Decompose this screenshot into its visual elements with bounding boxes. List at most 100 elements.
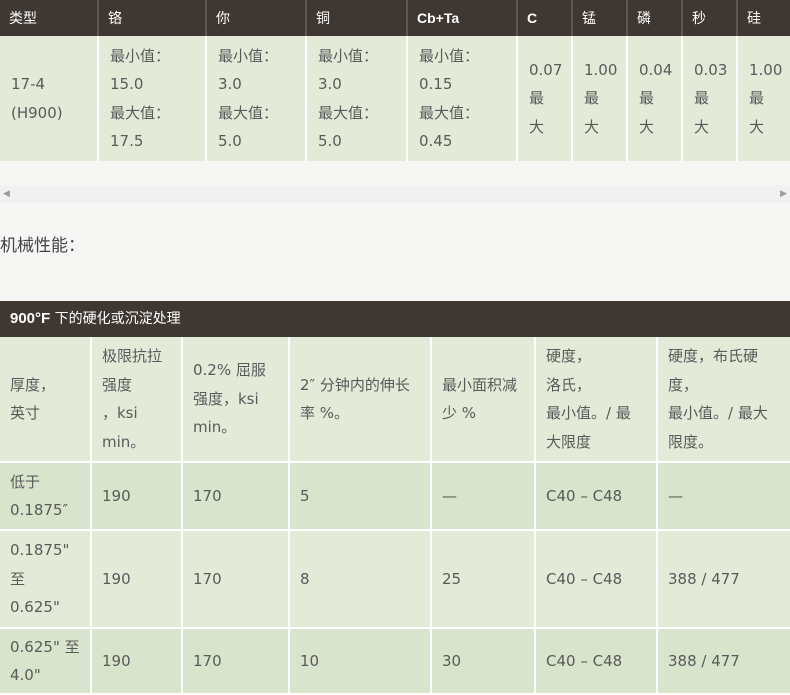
cell-line: 3.0 [218, 75, 242, 93]
col-copper: 铜 [306, 0, 408, 36]
table-row: 0.1875" 至 0.625" 190 170 8 25 C40 – C48 … [0, 530, 790, 629]
cell-rockwell: C40 – C48 [535, 462, 658, 531]
cell-line: 低于 [10, 472, 41, 491]
cell-line: 最 [694, 89, 710, 108]
header-line: min。 [102, 432, 146, 451]
cell-line: 0.15 [419, 75, 453, 93]
header-line: 2″ 分钟内的伸长 [300, 375, 410, 394]
cell-silicon: 1.00 最 大 [737, 36, 790, 161]
cell-sulfur: 0.03 最 大 [682, 36, 738, 161]
cell-copper: 最小值： 3.0 最大值： 5.0 [306, 36, 408, 161]
section-title: 机械性能： [0, 236, 85, 256]
header-line: min。 [193, 418, 237, 437]
cell-brinell: 388 / 477 [657, 628, 790, 695]
header-line: 厚度， [10, 375, 56, 394]
cell-line: 0.625" [10, 598, 60, 617]
header-line: 大限度 [546, 432, 592, 451]
table-caption: 900°F 下的硬化或沉淀处理 [0, 301, 790, 337]
cell-line: 最 [584, 89, 600, 108]
cell-line: 最大值： [218, 103, 279, 122]
cell-carbon: 0.07 最 大 [517, 36, 573, 161]
cell-line: 大 [749, 117, 765, 136]
cell-line: 0.04 [639, 60, 673, 79]
cell-ys: 170 [182, 628, 290, 695]
header-tensile-strength: 极限抗拉 强度 ，ksi min。 [91, 337, 183, 463]
header-yield-strength: 0.2% 屈服 强度，ksi min。 [182, 337, 290, 463]
cell-elongation: 8 [289, 530, 432, 629]
col-sulfur: 秒 [682, 0, 738, 36]
header-line: 硬度， [546, 347, 592, 365]
cell-nickel: 最小值： 3.0 最大值： 5.0 [206, 36, 307, 161]
cell-line: 0.03 [694, 60, 728, 79]
cell-uts: 190 [91, 530, 183, 629]
cell-ys: 170 [182, 462, 290, 531]
cell-line: 15.0 [110, 75, 144, 93]
cell-line: 大 [639, 117, 655, 136]
cell-line: 最 [749, 89, 765, 108]
cell-line: 大 [584, 117, 600, 136]
header-line: 少 % [442, 404, 477, 422]
cell-phosphorus: 0.04 最 大 [627, 36, 683, 161]
cell-chromium: 最小值： 15.0 最大值： 17.5 [98, 36, 207, 161]
header-line: 限度。 [668, 432, 714, 451]
cell-line: 0.1875″ [10, 501, 69, 519]
cell-line: 最 [529, 89, 545, 108]
cell-elongation: 10 [289, 628, 432, 695]
header-rockwell: 硬度， 洛氏， 最小值。/ 最 大限度 [535, 337, 658, 463]
cell-line: 3.0 [318, 75, 342, 93]
cell-line: 0.1875" [10, 541, 70, 560]
composition-row: 17-4 (H900) 最小值： 15.0 最大值： 17.5 最小值： 3.0… [0, 36, 790, 161]
cell-line: 1.00 [749, 60, 783, 79]
cell-line: 最小值： [218, 46, 279, 65]
cell-type: 17-4 (H900) [0, 36, 99, 161]
scroll-left-icon[interactable]: ◀ [3, 189, 10, 199]
cell-line: 1.00 [584, 60, 618, 79]
cell-line: 最 [639, 89, 655, 108]
cell-line: 最大值： [318, 103, 379, 122]
cell-line: 大 [694, 117, 710, 136]
cell-line: 最大值： [419, 103, 480, 122]
header-area-reduction: 最小面积减 少 % [431, 337, 536, 463]
cell-line: 0.45 [419, 132, 453, 150]
cell-elongation: 5 [289, 462, 432, 531]
cell-rockwell: C40 – C48 [535, 530, 658, 629]
header-line: 英寸 [10, 404, 41, 422]
cell-brinell: 388 / 477 [657, 530, 790, 629]
caption-temperature: 900°F [10, 310, 51, 327]
cell-uts: 190 [91, 462, 183, 531]
cell-thickness: 0.1875" 至 0.625" [0, 530, 92, 629]
cell-thickness: 0.625" 至 4.0" [0, 628, 92, 695]
cell-cbta: 最小值： 0.15 最大值： 0.45 [407, 36, 518, 161]
header-elongation: 2″ 分钟内的伸长 率 %。 [289, 337, 432, 463]
col-type: 类型 [0, 0, 99, 36]
cell-line: 17-4 [11, 75, 46, 93]
cell-line: 大 [529, 117, 545, 136]
header-line: 硬度，布氏硬 [668, 347, 759, 365]
mechanical-properties-table: 厚度， 英寸 极限抗拉 强度 ，ksi min。 0.2% 屈服 强度，ksi … [0, 337, 790, 695]
cell-line: 5.0 [318, 132, 342, 150]
cell-rockwell: C40 – C48 [535, 628, 658, 695]
scroll-right-icon[interactable]: ▶ [780, 189, 787, 199]
header-line: 0.2% 屈服 [193, 361, 266, 380]
header-line: 最小值。/ 最大 [668, 404, 768, 422]
col-manganese: 锰 [572, 0, 628, 36]
cell-uts: 190 [91, 628, 183, 695]
col-chromium: 铬 [98, 0, 207, 36]
horizontal-scrollbar[interactable]: ◀ ▶ [0, 185, 790, 203]
header-line: 强度，ksi [193, 389, 259, 408]
table-row: 低于 0.1875″ 190 170 5 — C40 – C48 — [0, 462, 790, 531]
header-brinell: 硬度，布氏硬 度， 最小值。/ 最大 限度。 [657, 337, 790, 463]
header-thickness: 厚度， 英寸 [0, 337, 92, 463]
col-phosphorus: 磷 [627, 0, 683, 36]
col-cbta: Cb+Ta [407, 0, 518, 36]
cell-line: 最小值： [110, 46, 171, 65]
cell-ys: 170 [182, 530, 290, 629]
cell-area-reduction: 30 [431, 628, 536, 695]
header-line: 强度 [102, 375, 133, 394]
caption-text: 下的硬化或沉淀处理 [50, 311, 181, 327]
composition-header-row: 类型 铬 你 铜 Cb+Ta C 锰 磷 秒 硅 [0, 0, 790, 36]
col-nickel: 你 [206, 0, 307, 36]
cell-line: (H900) [11, 103, 63, 122]
cell-line: 0.07 [529, 60, 563, 79]
cell-line: 最小值： [318, 46, 379, 65]
